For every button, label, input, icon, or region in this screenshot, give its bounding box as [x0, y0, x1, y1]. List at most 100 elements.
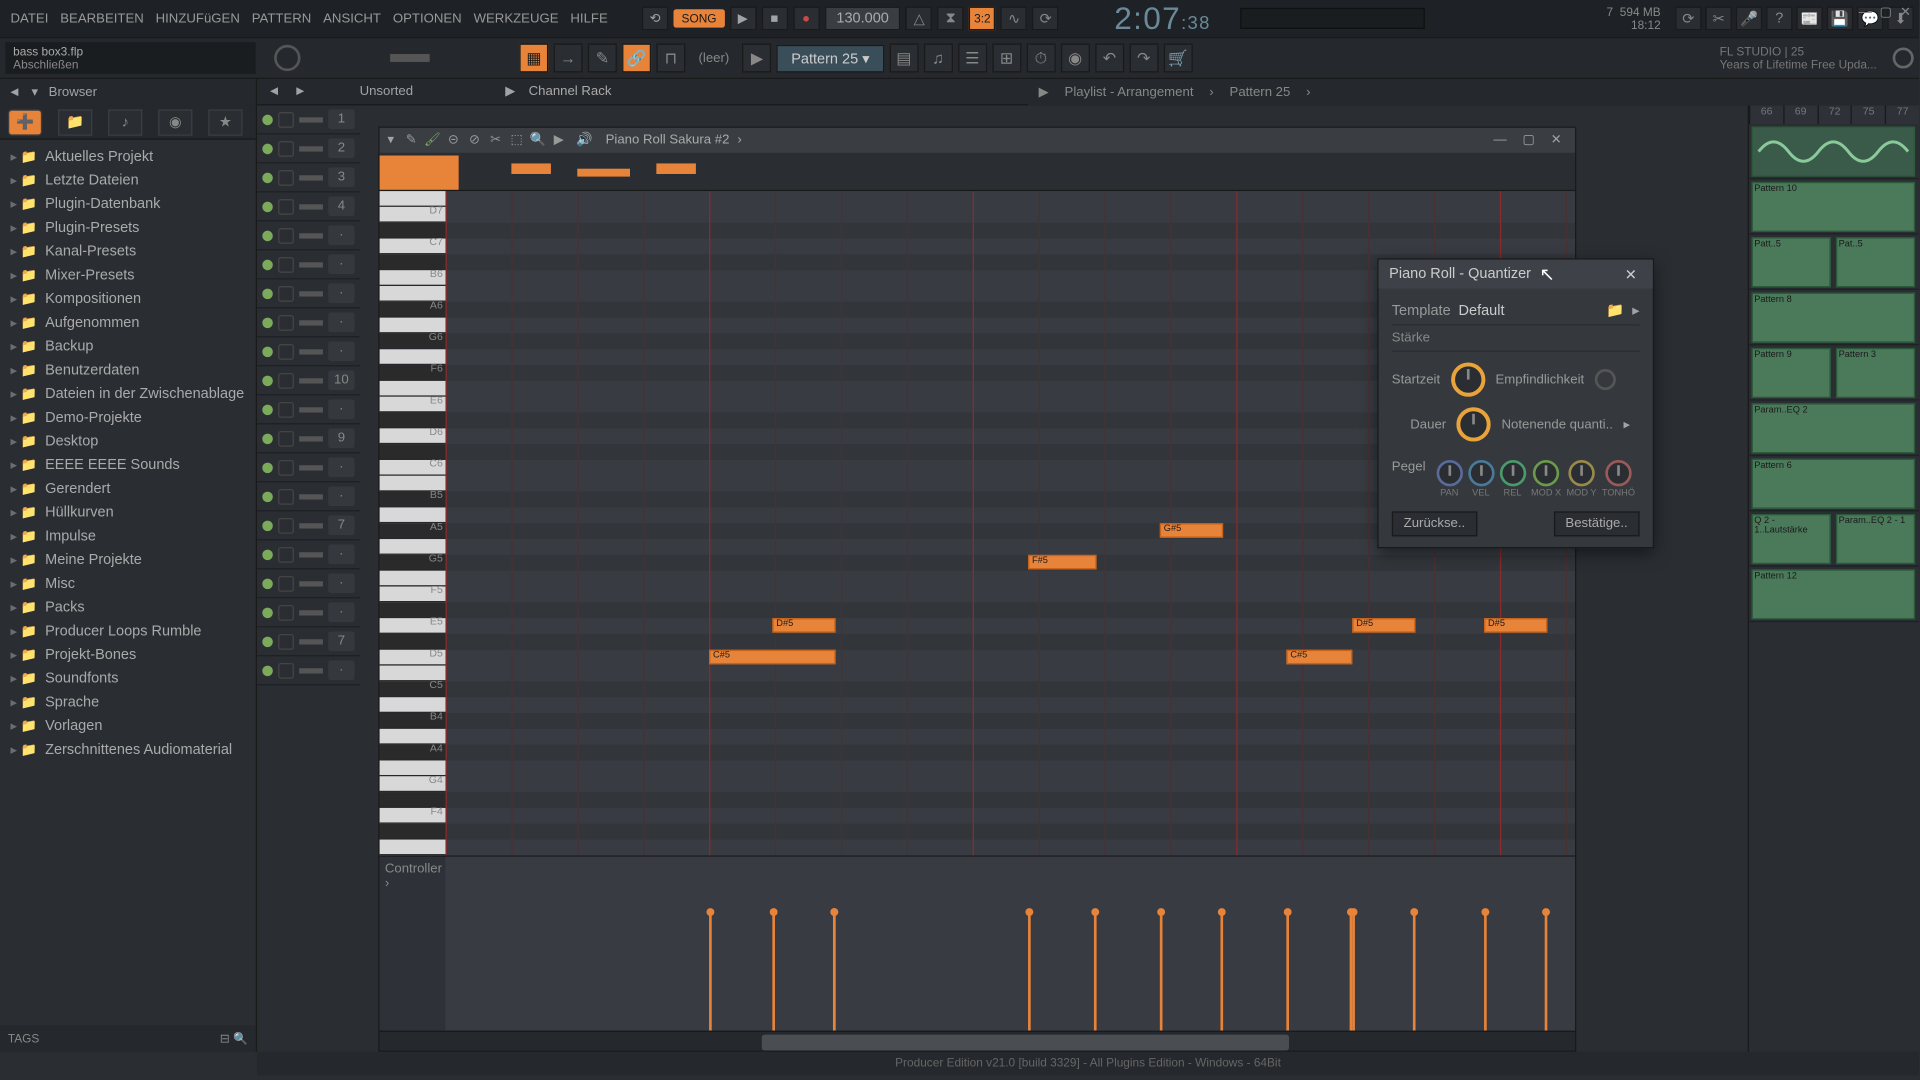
channel-row[interactable]: ·	[257, 308, 360, 337]
channel-row[interactable]: ·	[257, 540, 360, 569]
preset-label[interactable]: (leer)	[691, 51, 738, 65]
channel-row[interactable]: ·	[257, 598, 360, 627]
menu-bearbeiten[interactable]: BEARBEITEN	[55, 9, 149, 29]
channel-row[interactable]: 7	[257, 511, 360, 540]
loop-icon[interactable]: ⟳	[1033, 7, 1059, 31]
tree-item[interactable]: ▸ 📁Backup	[0, 335, 256, 359]
tree-item[interactable]: ▸ 📁Aktuelles Projekt	[0, 145, 256, 169]
logo-icon[interactable]	[1893, 47, 1914, 68]
snap-button[interactable]: 3:2	[969, 7, 995, 31]
channel-row[interactable]: 9	[257, 424, 360, 453]
tags-collapse-icon[interactable]: ⊟	[220, 1031, 230, 1044]
pr-close-icon[interactable]: ✕	[1545, 133, 1567, 147]
tree-item[interactable]: ▸ 📁Demo-Projekte	[0, 406, 256, 430]
piano-roll-icon[interactable]: ♫	[924, 43, 953, 72]
tree-item[interactable]: ▸ 📁Zerschnittenes Audiomaterial	[0, 738, 256, 762]
metronome-icon[interactable]: △	[906, 7, 932, 31]
sort-label[interactable]: Unsorted	[360, 84, 413, 98]
bpm-display[interactable]: 130.000	[825, 7, 901, 31]
note-end-next-icon[interactable]: ▸	[1623, 417, 1630, 431]
template-value[interactable]: Default	[1459, 302, 1505, 318]
pegel-pan-knob[interactable]	[1436, 460, 1462, 486]
tree-item[interactable]: ▸ 📁Vorlagen	[0, 714, 256, 738]
channel-row[interactable]: ·	[257, 482, 360, 511]
main-pitch-slider[interactable]	[390, 54, 430, 62]
confirm-button[interactable]: Bestätige..	[1554, 511, 1640, 536]
close-icon[interactable]: ✕	[1900, 5, 1911, 19]
quantizer-close-icon[interactable]: ✕	[1620, 266, 1643, 283]
pegel-mod y-knob[interactable]	[1568, 460, 1594, 486]
playlist-track[interactable]: Pattern 8	[1749, 290, 1919, 345]
tempo-icon[interactable]: ⏱	[1026, 43, 1055, 72]
midi-note[interactable]: D#5	[772, 618, 835, 632]
piano-keys[interactable]: D7C7B6A6G6F6E6D6C6B5A5G5F5E5D5C5B4A4G4F4	[380, 191, 446, 855]
browser-sound-icon[interactable]: ♪	[108, 109, 142, 135]
playlist-timeline[interactable]: 6669727577	[1749, 105, 1919, 123]
midi-note[interactable]: C#5	[709, 649, 836, 663]
channel-row[interactable]: 4	[257, 192, 360, 221]
browser-back-icon[interactable]: ◄	[8, 85, 21, 99]
playlist-track[interactable]: Pattern 9Pattern 3	[1749, 345, 1919, 400]
scissors-icon[interactable]: ✂	[1705, 7, 1731, 31]
menu-ansicht[interactable]: ANSICHT	[318, 9, 386, 29]
channel-row[interactable]: ·	[257, 250, 360, 279]
pattern-mode-button[interactable]: ▦	[519, 43, 548, 72]
velocity-editor[interactable]	[445, 856, 1575, 1030]
channel-row[interactable]: 7	[257, 627, 360, 656]
midi-note[interactable]: G#5	[1160, 523, 1223, 537]
tree-item[interactable]: ▸ 📁Sprache	[0, 691, 256, 715]
playlist-track[interactable]: Pattern 6	[1749, 456, 1919, 511]
menu-optionen[interactable]: OPTIONEN	[388, 9, 467, 29]
record-button[interactable]: ●	[793, 7, 819, 31]
brush-icon[interactable]: ✎	[588, 43, 617, 72]
playlist-track[interactable]: Patt..5Pat..5	[1749, 235, 1919, 290]
channel-rack-play-icon[interactable]: ▶	[505, 84, 515, 98]
shop-icon[interactable]: 🛒	[1163, 43, 1192, 72]
duration-knob[interactable]	[1457, 407, 1491, 441]
search-icon[interactable]: 🔍	[233, 1031, 248, 1044]
browser-all-icon[interactable]: ➕	[8, 109, 42, 135]
plugin-icon[interactable]: ◉	[1061, 43, 1090, 72]
pr-erase-icon[interactable]: ⊝	[444, 131, 462, 149]
playlist-track[interactable]: Pattern 12	[1749, 567, 1919, 622]
template-next-icon[interactable]: ▸	[1632, 302, 1639, 319]
channel-rack-icon[interactable]: ☰	[958, 43, 987, 72]
pr-mute-icon[interactable]: ⊘	[465, 131, 483, 149]
playlist-track[interactable]: Param..EQ 2	[1749, 401, 1919, 456]
menu-hilfe[interactable]: HILFE	[565, 9, 613, 29]
menu-werkzeuge[interactable]: WERKZEUGE	[468, 9, 563, 29]
tree-item[interactable]: ▸ 📁Benutzerdaten	[0, 358, 256, 382]
pattern-selector[interactable]: Pattern 25 ▾	[777, 44, 884, 72]
news-icon[interactable]: 📰	[1796, 7, 1822, 31]
mixer-icon[interactable]: ⊞	[992, 43, 1021, 72]
tree-item[interactable]: ▸ 📁Meine Projekte	[0, 548, 256, 572]
menu-datei[interactable]: DATEI	[5, 9, 53, 29]
wave-icon[interactable]: ∿	[1001, 7, 1027, 31]
tree-item[interactable]: ▸ 📁Letzte Dateien	[0, 169, 256, 193]
breadcrumb-item[interactable]: Playlist - Arrangement	[1059, 85, 1198, 99]
reset-button[interactable]: Zurückse..	[1392, 511, 1477, 536]
playlist-track[interactable]: Q 2 - 1..LautstärkeParam..EQ 2 - 1	[1749, 511, 1919, 566]
piano-roll-scrollbar[interactable]	[380, 1030, 1575, 1050]
pegel-mod x-knob[interactable]	[1533, 460, 1559, 486]
redo-icon[interactable]: ↷	[1129, 43, 1158, 72]
browser-menu-icon[interactable]: ▾	[32, 85, 39, 99]
piano-roll-minimap[interactable]	[380, 153, 1575, 191]
playlist-track[interactable]: Pattern 10	[1749, 179, 1919, 234]
browser-globe-icon[interactable]: ◉	[158, 109, 192, 135]
pr-speaker-icon[interactable]: 🔊	[576, 133, 592, 147]
tree-item[interactable]: ▸ 📁Hüllkurven	[0, 501, 256, 525]
tree-item[interactable]: ▸ 📁Kanal-Presets	[0, 240, 256, 264]
channel-row[interactable]: ·	[257, 337, 360, 366]
tree-item[interactable]: ▸ 📁Misc	[0, 572, 256, 596]
pr-zoom-icon[interactable]: 🔍	[529, 131, 547, 149]
playlist-track[interactable]	[1749, 124, 1919, 179]
channel-row[interactable]: 1	[257, 105, 360, 134]
menu-pattern[interactable]: PATTERN	[246, 9, 316, 29]
tree-item[interactable]: ▸ 📁EEEE EEEE Sounds	[0, 453, 256, 477]
save-icon[interactable]: 💾	[1827, 7, 1853, 31]
pr-slice-icon[interactable]: ✂	[486, 131, 504, 149]
tree-item[interactable]: ▸ 📁Projekt-Bones	[0, 643, 256, 667]
template-folder-icon[interactable]: 📁	[1606, 302, 1624, 319]
countdown-icon[interactable]: ⧗	[938, 7, 964, 31]
